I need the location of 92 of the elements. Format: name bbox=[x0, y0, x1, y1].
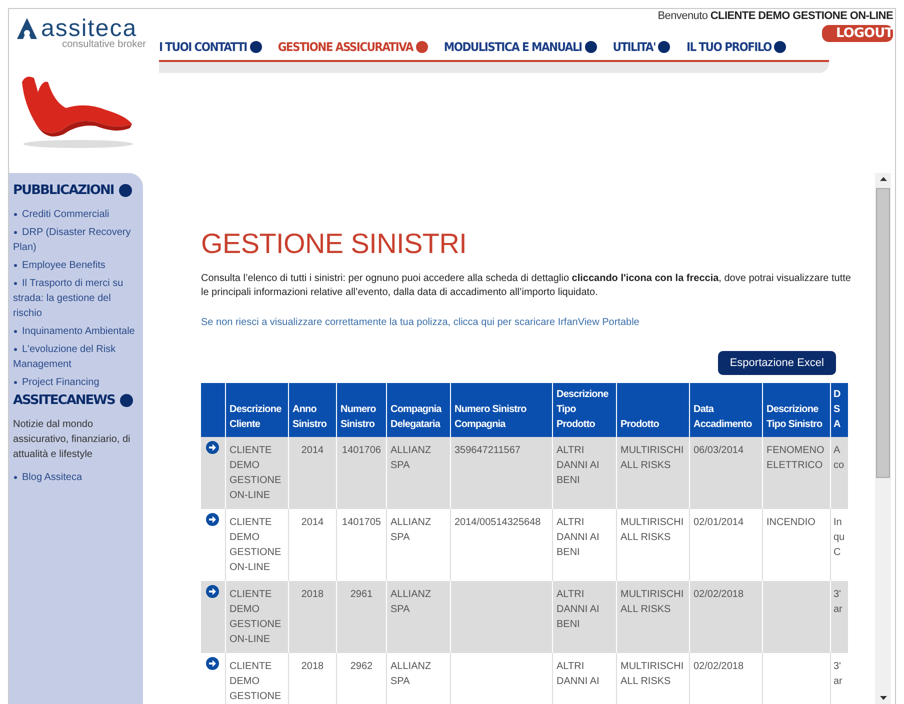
table-cell: ALLIANZ SPA bbox=[386, 437, 450, 509]
column-header: Descrizione Tipo Prodotto bbox=[552, 383, 616, 437]
sidebar-link[interactable]: Blog Assiteca bbox=[13, 470, 139, 485]
logo-text: assiteca bbox=[41, 17, 138, 41]
table-cell: FENOMENO ELETTRICO bbox=[762, 437, 830, 509]
table-cell: 2014 bbox=[288, 437, 336, 509]
dot-icon bbox=[584, 41, 597, 53]
table-cell: ALLIANZ SPA bbox=[386, 653, 450, 704]
bullet-icon bbox=[14, 348, 17, 351]
nav-tab[interactable]: IL TUO PROFILO bbox=[686, 40, 786, 54]
table-cell: 2018 bbox=[288, 581, 336, 653]
arrow-right-icon[interactable] bbox=[206, 585, 219, 598]
table-cell: CLIENTE DEMO GESTIONE ON-LINE bbox=[225, 581, 288, 653]
table-cell: In qu C bbox=[830, 509, 848, 581]
download-link[interactable]: Se non riesci a visualizzare correttamente la tua polizza, clicca qui per scaricare IrfanView Portable bbox=[201, 317, 640, 328]
table-cell: ALLIANZ SPA bbox=[386, 581, 450, 653]
logo-icon bbox=[16, 17, 38, 41]
table-cell: ALTRI DANNI AI bbox=[552, 653, 616, 704]
bullet-icon bbox=[14, 282, 17, 285]
column-header: Data Accadimento bbox=[689, 383, 762, 437]
logo-tagline: consultative broker bbox=[61, 39, 146, 50]
table-cell: CLIENTE DEMO GESTIONE ON-LINE bbox=[225, 509, 288, 581]
table-cell: 02/02/2018 bbox=[689, 653, 762, 704]
dot-icon bbox=[416, 41, 428, 53]
dot-icon bbox=[658, 41, 670, 53]
bullet-icon bbox=[14, 330, 17, 333]
table-cell: ALLIANZ SPA bbox=[386, 509, 450, 581]
sidebar-link[interactable]: DRP (Disaster Recovery Plan) bbox=[13, 225, 139, 255]
bullet-icon bbox=[14, 264, 17, 267]
arrow-right-icon[interactable] bbox=[206, 657, 219, 670]
export-excel-button[interactable]: Esportazione Excel bbox=[718, 351, 836, 375]
table-cell: CLIENTE DEMO GESTIONE bbox=[225, 653, 288, 704]
sidebar-link[interactable]: Project Financing bbox=[13, 375, 139, 390]
table-cell: 2018 bbox=[288, 653, 336, 704]
bullet-icon bbox=[14, 231, 17, 234]
welcome-text: Benvenuto CLIENTE DEMO GESTIONE ON-LINE bbox=[658, 10, 893, 22]
table-cell: ALTRI DANNI AI BENI bbox=[552, 437, 616, 509]
bullet-icon bbox=[14, 213, 17, 216]
table-cell: ALTRI DANNI AI BENI bbox=[552, 581, 616, 653]
dot-icon bbox=[250, 41, 262, 53]
bullet-icon bbox=[14, 381, 17, 384]
arrow-right-icon[interactable] bbox=[206, 513, 219, 526]
section-title-text: ASSITECANEWS bbox=[13, 393, 115, 408]
table-cell: MULTIRISCHI ALL RISKS bbox=[616, 653, 689, 704]
section-description: Notizie dal mondo assicurativo, finanziario, di attualità e lifestyle bbox=[13, 418, 132, 462]
table-cell: 359647211567 bbox=[450, 437, 552, 509]
sidebar-link[interactable]: Inquinamento Ambientale bbox=[13, 324, 139, 339]
section-title-text: PUBBLICAZIONI bbox=[13, 183, 114, 198]
column-header: Anno Sinistro bbox=[288, 383, 336, 437]
nav-tab[interactable]: GESTIONE ASSICURATIVA bbox=[278, 40, 428, 54]
column-header: Numero Sinistro Compagnia bbox=[450, 383, 552, 437]
column-header: Descrizione Cliente bbox=[225, 383, 288, 437]
table-cell: 02/01/2014 bbox=[689, 509, 762, 581]
table-cell: 2014/00514325648 bbox=[450, 509, 552, 581]
intro-text: Consulta l’elenco di tutti i sinistri: per ognuno puoi accedere alla scheda di dettaglio cliccando l'icona con la freccia, dove potrai visualizzare tutte le principali informazioni relative all’evento, dalla data di accadimento all’importo liquidato. bbox=[201, 272, 851, 300]
table-cell: MULTIRISCHI ALL RISKS bbox=[616, 437, 689, 509]
table-cell: 02/02/2018 bbox=[689, 581, 762, 653]
table-cell: 2962 bbox=[336, 653, 386, 704]
scroll-thumb[interactable] bbox=[876, 188, 890, 478]
arrow-right-icon[interactable] bbox=[206, 441, 219, 454]
table-cell: 2014 bbox=[288, 509, 336, 581]
table-cell: CLIENTE DEMO GESTIONE ON-LINE bbox=[225, 437, 288, 509]
table-cell: ALTRI DANNI AI BENI bbox=[552, 509, 616, 581]
column-header: Compagnia Delegataria bbox=[386, 383, 450, 437]
column-header: Descrizione Tipo Sinistro bbox=[762, 383, 830, 437]
nav-tab[interactable]: I TUOI CONTATTI bbox=[159, 40, 262, 54]
table-cell: 1401706 bbox=[336, 437, 386, 509]
sidebar-link[interactable]: Employee Benefits bbox=[13, 258, 139, 273]
table-cell: INCENDIO bbox=[762, 509, 830, 581]
table-cell: 06/03/2014 bbox=[689, 437, 762, 509]
sidebar-link[interactable]: Il Trasporto di merci su strada: la gestione del rischio bbox=[13, 276, 139, 321]
dot-icon bbox=[120, 394, 133, 407]
column-header: Numero Sinistro bbox=[336, 383, 386, 437]
logout-button[interactable]: LOGOUT bbox=[822, 25, 893, 42]
table-cell: 3' ar bbox=[830, 581, 848, 653]
table-cell: A co bbox=[830, 437, 848, 509]
table-cell: 3' ar bbox=[830, 653, 848, 704]
bullet-icon bbox=[14, 476, 17, 479]
table-cell: MULTIRISCHI ALL RISKS bbox=[616, 509, 689, 581]
table-cell: 1401705 bbox=[336, 509, 386, 581]
sidebar-link[interactable]: L'evoluzione del Risk Management bbox=[13, 342, 139, 372]
column-header: Prodotto bbox=[616, 383, 689, 437]
nav-tab[interactable]: MODULISTICA E MANUALI bbox=[444, 40, 597, 54]
column-header: D S A bbox=[830, 383, 848, 437]
table-cell: 2961 bbox=[336, 581, 386, 653]
table-cell: MULTIRISCHI ALL RISKS bbox=[616, 581, 689, 653]
nav-tab[interactable]: UTILITA' bbox=[612, 40, 670, 54]
scrollbar[interactable] bbox=[875, 173, 891, 704]
dot-icon bbox=[774, 41, 786, 53]
page-title: GESTIONE SINISTRI bbox=[201, 228, 468, 260]
sidebar-link[interactable]: Crediti Commerciali bbox=[13, 207, 139, 222]
dot-icon bbox=[118, 184, 132, 197]
